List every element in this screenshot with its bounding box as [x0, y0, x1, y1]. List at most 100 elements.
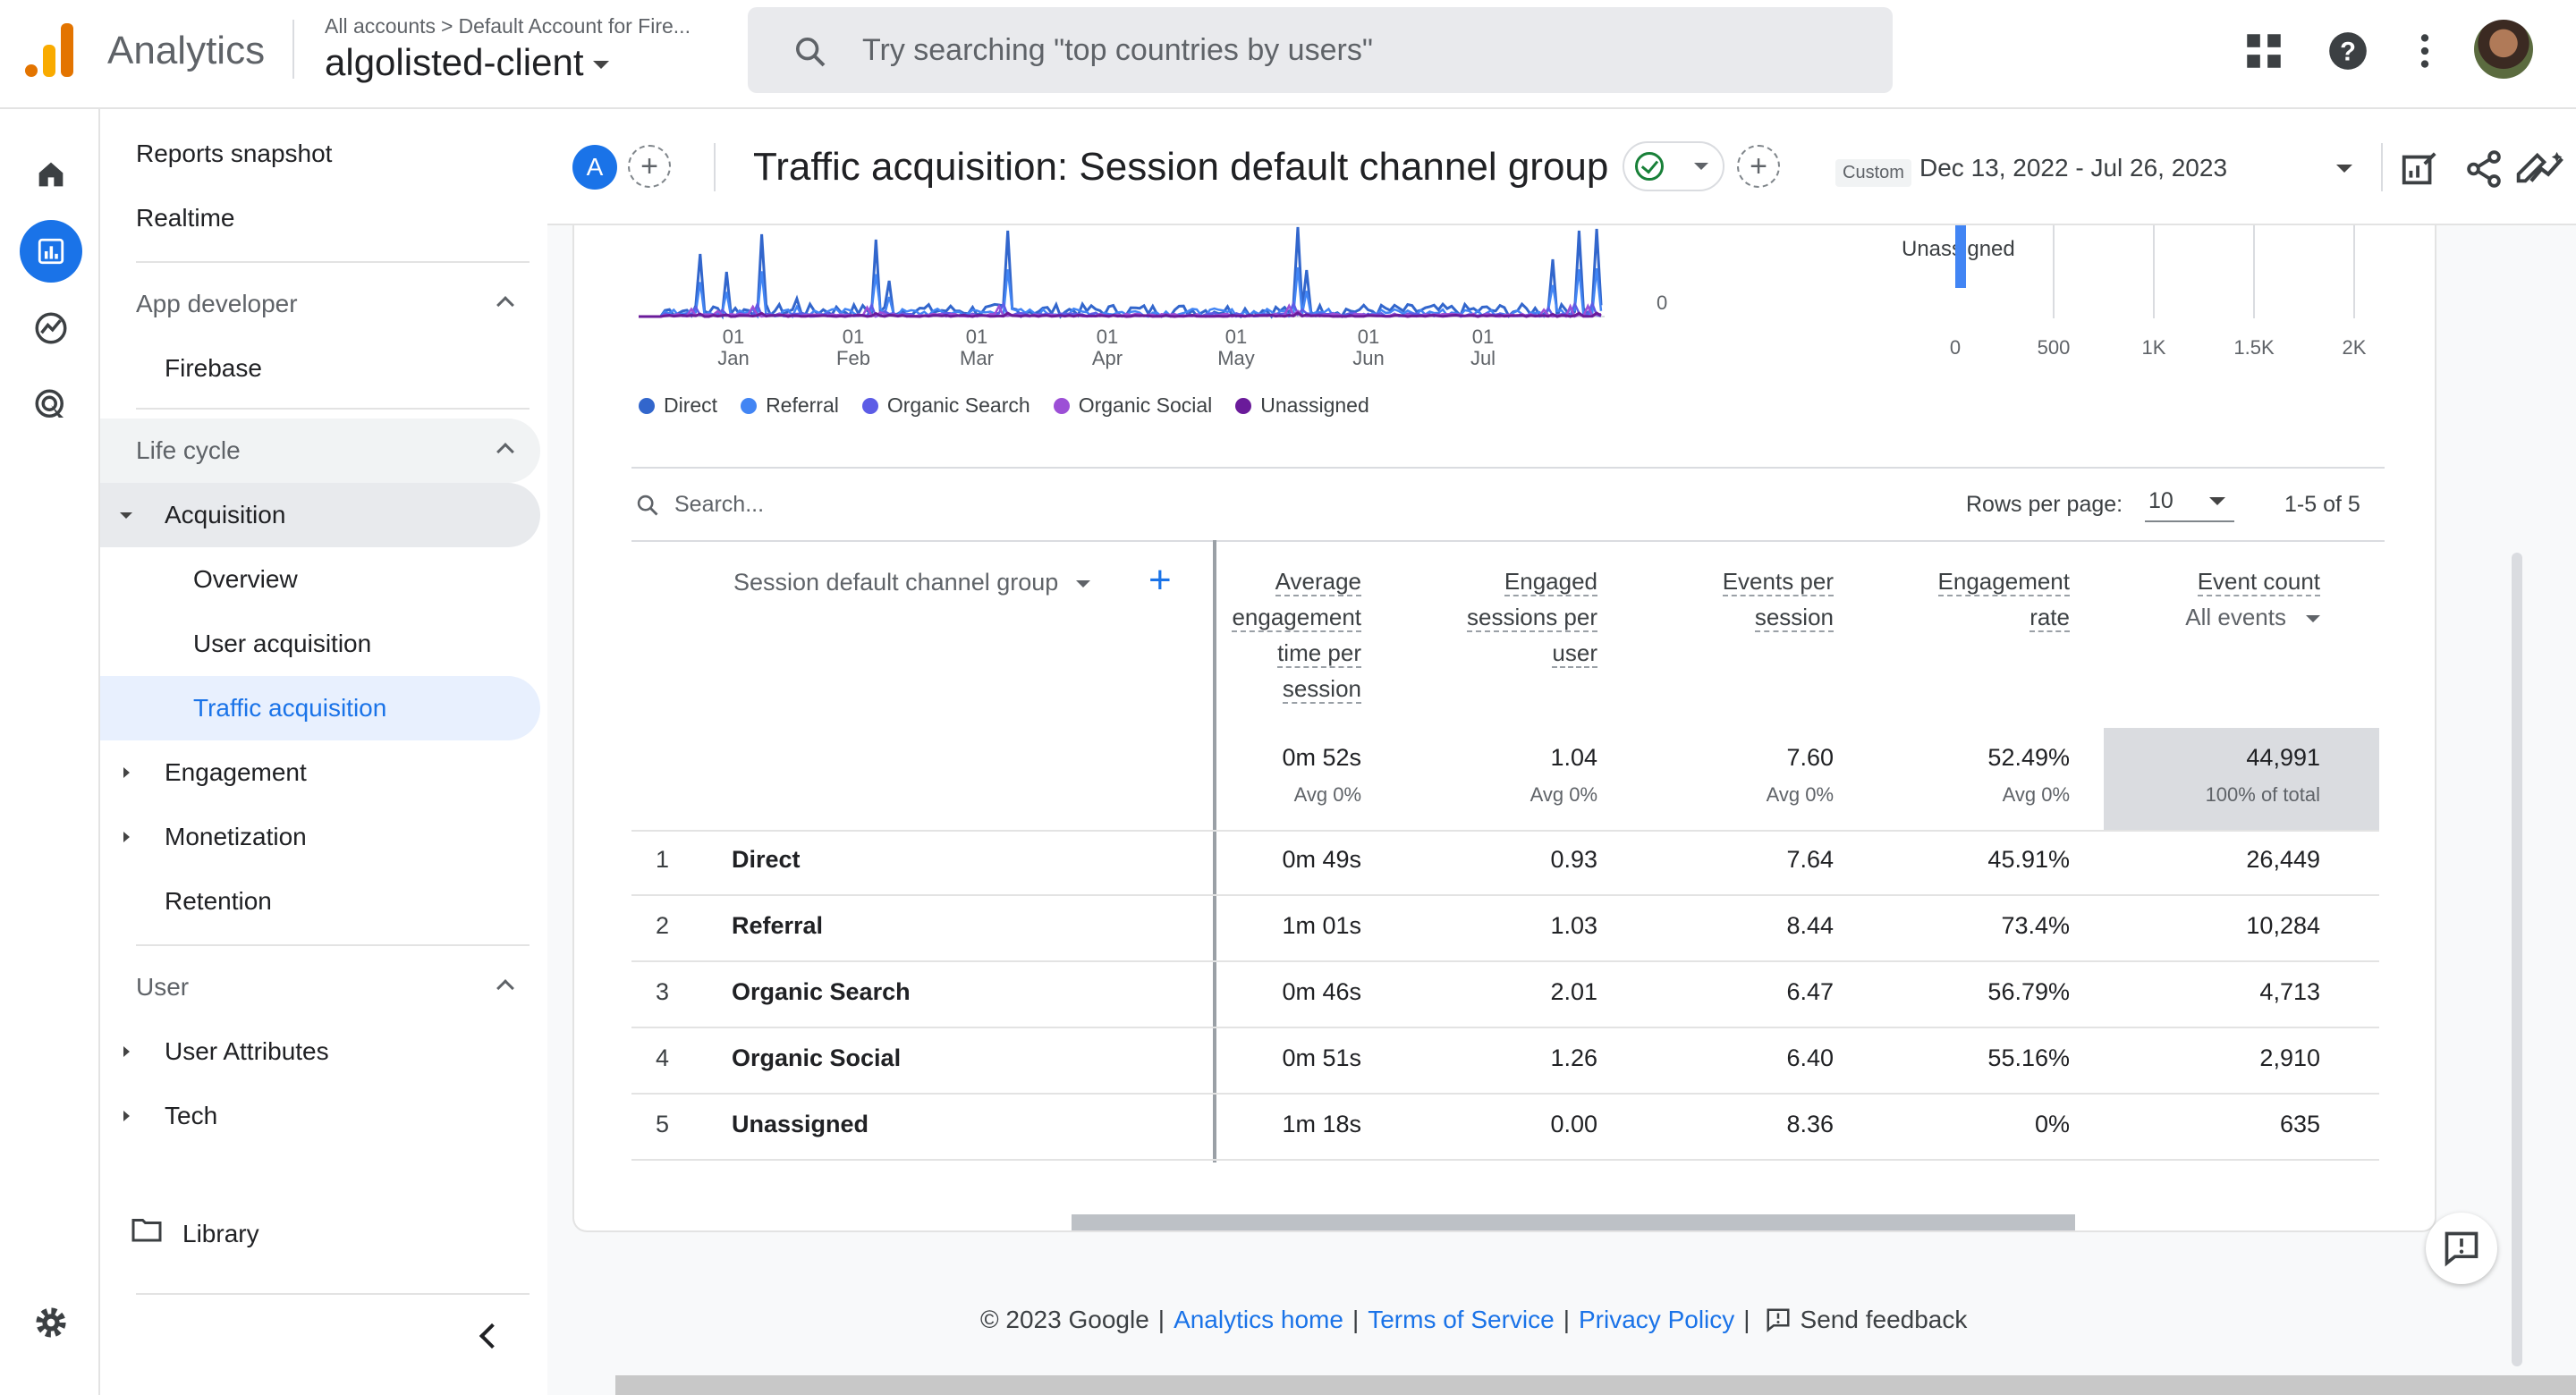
x-tick-month: Jun — [1352, 347, 1384, 369]
date-range-selector[interactable]: Dec 13, 2022 - Jul 26, 2023 — [1919, 154, 2227, 182]
page-horizontal-scrollbar[interactable] — [615, 1375, 2576, 1395]
column-header-line: Average — [1275, 568, 1361, 596]
row-cell: 0m 49s — [1282, 846, 1361, 873]
nav-section-app-developer[interactable]: App developer — [136, 290, 298, 318]
y-tick-label: 0 — [1657, 292, 1667, 314]
row-cell: 0% — [2034, 1111, 2070, 1137]
column-header-line: Engagement — [1937, 568, 2070, 596]
row-divider — [631, 1093, 2379, 1095]
column-header-avg-engagement-time[interactable]: Average engagement time per session — [1232, 563, 1361, 706]
edit-pencil-icon[interactable] — [2512, 147, 2553, 188]
bar-x-tick: 0 — [1950, 336, 1961, 359]
nav-overview[interactable]: Overview — [193, 565, 298, 594]
event-filter-selector[interactable]: All events — [2185, 599, 2320, 635]
legend-item-referral[interactable]: Referral — [741, 393, 839, 418]
legend-item-direct[interactable]: Direct — [639, 393, 717, 418]
expand-right-icon[interactable] — [123, 1111, 130, 1121]
search-icon — [796, 38, 826, 67]
nav-tech[interactable]: Tech — [165, 1102, 217, 1130]
nav-user-acquisition[interactable]: User acquisition — [193, 630, 371, 658]
explore-button[interactable] — [20, 297, 82, 359]
expand-down-icon[interactable] — [120, 512, 132, 519]
nav-acquisition[interactable]: Acquisition — [165, 501, 285, 529]
nav-realtime[interactable]: Realtime — [136, 204, 234, 232]
table-search-input[interactable] — [674, 492, 1032, 518]
chevron-down-icon[interactable] — [2336, 165, 2352, 173]
add-comparison-button[interactable]: + — [628, 145, 671, 188]
bar-x-tick: 1K — [2142, 336, 2166, 359]
row-cell: 1m 18s — [1282, 1111, 1361, 1137]
row-cell: 0m 46s — [1282, 978, 1361, 1005]
legend-item-unassigned[interactable]: Unassigned — [1235, 393, 1369, 418]
account-avatar[interactable] — [2474, 20, 2533, 79]
expand-right-icon[interactable] — [123, 1046, 130, 1057]
customize-report-icon[interactable] — [2399, 148, 2440, 190]
send-feedback-button[interactable]: Send feedback — [1765, 1306, 1967, 1334]
nav-retention[interactable]: Retention — [165, 887, 272, 916]
report-navigation: Reports snapshot Realtime App developer … — [100, 109, 547, 1395]
breadcrumb-account[interactable]: Default Account for Fire... — [458, 14, 691, 38]
more-vert-icon[interactable] — [2402, 29, 2447, 73]
nav-traffic-acquisition[interactable]: Traffic acquisition — [193, 694, 386, 723]
table-search[interactable] — [635, 492, 1032, 518]
total-value: 52.49% — [1987, 744, 2070, 771]
nav-section-life-cycle[interactable]: Life cycle — [136, 436, 241, 465]
total-sub: Avg 0% — [1766, 783, 1834, 806]
dimension-selector[interactable]: Session default channel group — [733, 569, 1091, 596]
search-input[interactable] — [862, 30, 1846, 70]
legend-item-organic-search[interactable]: Organic Search — [861, 393, 1030, 418]
property-selector[interactable]: algolisted-client — [325, 41, 609, 84]
home-button[interactable] — [20, 143, 82, 206]
help-icon[interactable]: ? — [2326, 29, 2370, 73]
expand-right-icon[interactable] — [123, 832, 130, 842]
nav-library[interactable]: Library — [182, 1220, 259, 1248]
terms-link[interactable]: Terms of Service — [1368, 1306, 1555, 1334]
expand-right-icon[interactable] — [123, 767, 130, 778]
nav-section-user[interactable]: User — [136, 973, 189, 1002]
svg-text:?: ? — [2340, 38, 2356, 66]
report-header: A + Traffic acquisition: Session default… — [547, 109, 2576, 225]
column-header-events-per-session[interactable]: Events per session — [1722, 563, 1834, 635]
feedback-icon — [2445, 1231, 2479, 1267]
legend-item-organic-social[interactable]: Organic Social — [1053, 393, 1212, 418]
report-status-button[interactable] — [1623, 141, 1724, 191]
analytics-home-link[interactable]: Analytics home — [1174, 1306, 1343, 1334]
breadcrumb-separator: > — [441, 14, 453, 38]
column-header-event-count[interactable]: Event count All events — [2185, 563, 2320, 635]
row-cell: 1.03 — [1550, 912, 1597, 939]
row-cell: 635 — [2279, 1111, 2320, 1137]
row-cell: 73.4% — [2001, 912, 2070, 939]
row-index: 1 — [655, 846, 669, 873]
breadcrumb[interactable]: All accounts > Default Account for Fire... — [325, 14, 691, 38]
nav-reports-snapshot[interactable]: Reports snapshot — [136, 140, 332, 168]
add-filter-button[interactable]: + — [1737, 145, 1780, 188]
comparison-badge[interactable]: A — [572, 145, 617, 190]
chevron-up-icon[interactable] — [496, 296, 514, 314]
nav-monetization[interactable]: Monetization — [165, 823, 307, 851]
nav-user-attributes[interactable]: User Attributes — [165, 1037, 329, 1066]
nav-firebase[interactable]: Firebase — [165, 354, 262, 383]
column-header-engaged-sessions-per-user[interactable]: Engaged sessions per user — [1467, 563, 1597, 671]
share-icon[interactable] — [2463, 148, 2504, 190]
legend-label: Unassigned — [1260, 393, 1369, 417]
privacy-link[interactable]: Privacy Policy — [1579, 1306, 1734, 1334]
row-cell: 8.44 — [1786, 912, 1834, 939]
horizontal-scrollbar[interactable] — [1072, 1214, 2075, 1230]
rows-per-page-select[interactable]: 10 — [2145, 483, 2234, 522]
breadcrumb-all-accounts[interactable]: All accounts — [325, 14, 436, 38]
row-index: 2 — [655, 912, 669, 939]
nav-engagement[interactable]: Engagement — [165, 758, 307, 787]
admin-button[interactable] — [20, 1291, 82, 1354]
apps-grid-icon[interactable] — [2241, 29, 2286, 73]
chevron-up-icon[interactable] — [496, 979, 514, 997]
advertising-button[interactable] — [20, 374, 82, 436]
vertical-scrollbar[interactable] — [2512, 553, 2522, 1366]
column-header-engagement-rate[interactable]: Engagement rate — [1937, 563, 2070, 635]
header-divider — [714, 143, 716, 191]
plus-icon: + — [1750, 148, 1767, 183]
analytics-logo[interactable] — [25, 23, 75, 77]
search-bar[interactable] — [748, 7, 1893, 93]
feedback-button[interactable] — [2426, 1213, 2497, 1284]
reports-button[interactable] — [20, 220, 82, 283]
add-dimension-button[interactable]: + — [1148, 558, 1172, 603]
